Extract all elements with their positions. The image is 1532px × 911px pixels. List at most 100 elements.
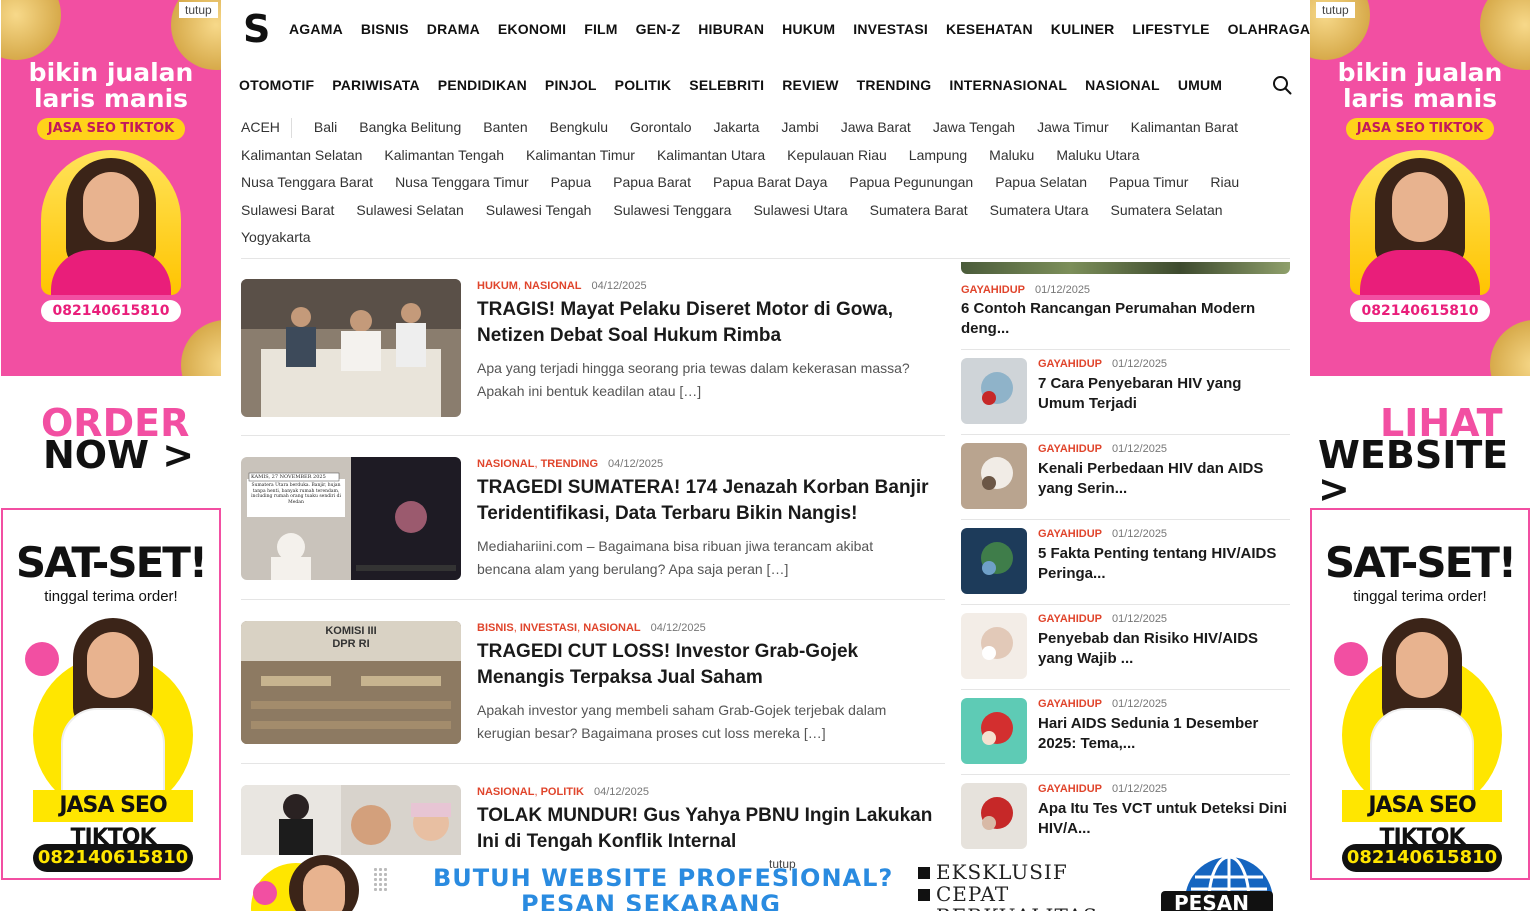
region-link[interactable]: Banten	[483, 118, 527, 138]
article-category[interactable]: BISNIS	[477, 622, 514, 634]
region-link[interactable]: Kalimantan Selatan	[241, 146, 362, 166]
article-card[interactable]: HUKUM, NASIONAL 04/12/2025 TRAGIS! Mayat …	[241, 279, 945, 436]
nav-item-nasional[interactable]: NASIONAL	[1085, 77, 1160, 93]
nav-item-film[interactable]: FILM	[584, 21, 617, 37]
region-link[interactable]: Bengkulu	[550, 118, 608, 138]
ad-close-button[interactable]: tutup	[1316, 2, 1355, 18]
region-link[interactable]: Jambi	[781, 118, 818, 138]
sidebar-post-thumbnail[interactable]	[961, 358, 1027, 424]
article-category[interactable]: POLITIK	[541, 786, 584, 798]
region-link[interactable]: Sulawesi Tengah	[486, 201, 592, 221]
sidebar-post-title[interactable]: Penyebab dan Risiko HIV/AIDS yang Wajib …	[1038, 629, 1288, 669]
nav-item-investasi[interactable]: INVESTASI	[853, 21, 928, 37]
bottom-ad-close-button[interactable]: tutup	[769, 857, 796, 871]
region-link[interactable]: Nusa Tenggara Timur	[395, 173, 529, 193]
sidebar-post-thumbnail[interactable]	[961, 443, 1027, 509]
region-link[interactable]: Riau	[1210, 173, 1239, 193]
bottom-ad-banner[interactable]: BUTUH WEBSITE PROFESIONAL? PESAN SEKARANG…	[241, 855, 1290, 911]
sidebar-post[interactable]: GAYAHIDUP 01/12/2025 Hari AIDS Sedunia 1 D…	[961, 690, 1290, 775]
nav-item-hukum[interactable]: HUKUM	[782, 21, 835, 37]
sidebar-top-image[interactable]	[961, 262, 1290, 274]
nav-item-kesehatan[interactable]: KESEHATAN	[946, 21, 1033, 37]
region-link[interactable]: Jawa Timur	[1037, 118, 1109, 138]
nav-item-olahraga[interactable]: OLAHRAGA	[1228, 21, 1310, 37]
article-category[interactable]: NASIONAL	[477, 786, 534, 798]
region-link[interactable]: Jawa Tengah	[933, 118, 1015, 138]
article-category[interactable]: NASIONAL	[583, 622, 640, 634]
nav-item-pariwisata[interactable]: PARIWISATA	[332, 77, 420, 93]
sidebar-post-category[interactable]: GAYAHIDUP	[1038, 528, 1102, 540]
region-link[interactable]: Papua Timur	[1109, 173, 1188, 193]
nav-item-agama[interactable]: AGAMA	[289, 21, 343, 37]
sidebar-post-category[interactable]: GAYAHIDUP	[1038, 613, 1102, 625]
search-icon[interactable]	[1272, 75, 1292, 95]
sidebar-post-thumbnail[interactable]	[961, 698, 1027, 764]
article-title[interactable]: TRAGEDI CUT LOSS! Investor Grab-Gojek Me…	[477, 639, 947, 691]
article-thumbnail[interactable]: KOMISI III DPR RI	[241, 621, 461, 744]
nav-item-pinjol[interactable]: PINJOL	[545, 77, 597, 93]
ad-close-button[interactable]: tutup	[179, 2, 218, 18]
article-category[interactable]: NASIONAL	[477, 458, 534, 470]
article-category[interactable]: NASIONAL	[524, 280, 581, 292]
ad-banner-bottom[interactable]: SAT-SET! tinggal terima order! JASA SEO …	[1310, 508, 1530, 880]
region-link[interactable]: Yogyakarta	[241, 228, 311, 248]
region-link[interactable]: Gorontalo	[630, 118, 691, 138]
sidebar-post-title[interactable]: 7 Cara Penyebaran HIV yang Umum Terjadi	[1038, 374, 1288, 414]
region-link[interactable]: Kepulauan Riau	[787, 146, 887, 166]
region-link[interactable]: Papua	[551, 173, 591, 193]
ad-lihat-website[interactable]: LIHAT WEBSITE >	[1310, 376, 1530, 508]
region-link[interactable]: Maluku	[989, 146, 1034, 166]
article-title[interactable]: TRAGIS! Mayat Pelaku Diseret Motor di Go…	[477, 297, 947, 349]
region-link[interactable]: Bali	[314, 118, 337, 138]
nav-item-otomotif[interactable]: OTOMOTIF	[239, 77, 314, 93]
region-link[interactable]: Sumatera Selatan	[1111, 201, 1223, 221]
region-link[interactable]: Sulawesi Tenggara	[613, 201, 731, 221]
sidebar-post-thumbnail[interactable]	[961, 613, 1027, 679]
sidebar-post-thumbnail[interactable]	[961, 783, 1027, 849]
sidebar-post[interactable]: GAYAHIDUP 01/12/2025 Penyebab dan Risiko H…	[961, 605, 1290, 690]
article-title[interactable]: TRAGEDI SUMATERA! 174 Jenazah Korban Ban…	[477, 475, 947, 527]
nav-item-gen-z[interactable]: GEN-Z	[636, 21, 681, 37]
region-link[interactable]: Kalimantan Barat	[1131, 118, 1238, 138]
region-link[interactable]: Sumatera Utara	[990, 201, 1089, 221]
region-link[interactable]: Lampung	[909, 146, 967, 166]
bottom-ad-button[interactable]: PESAN	[1174, 891, 1249, 911]
region-link[interactable]: Bangka Belitung	[359, 118, 461, 138]
region-link[interactable]: ACEH	[241, 118, 292, 138]
region-link[interactable]: Kalimantan Tengah	[384, 146, 504, 166]
nav-item-internasional[interactable]: INTERNASIONAL	[949, 77, 1067, 93]
article-card[interactable]: KOMISI III DPR RI BISNIS, INVESTASI, NAS…	[241, 621, 945, 764]
region-link[interactable]: Jawa Barat	[841, 118, 911, 138]
sidebar-post-category[interactable]: GAYAHIDUP	[1038, 358, 1102, 370]
region-link[interactable]: Maluku Utara	[1056, 146, 1139, 166]
region-link[interactable]: Papua Selatan	[995, 173, 1087, 193]
sidebar-post-category[interactable]: GAYAHIDUP	[1038, 698, 1102, 710]
sidebar-post[interactable]: GAYAHIDUP 01/12/2025 5 Fakta Penting tenta…	[961, 520, 1290, 605]
article-category[interactable]: TRENDING	[541, 458, 598, 470]
sidebar-post-thumbnail[interactable]	[961, 528, 1027, 594]
sidebar-post-title[interactable]: 5 Fakta Penting tentang HIV/AIDS Peringa…	[1038, 544, 1288, 584]
article-category[interactable]: HUKUM	[477, 280, 518, 292]
nav-item-bisnis[interactable]: BISNIS	[361, 21, 409, 37]
region-link[interactable]: Sumatera Barat	[870, 201, 968, 221]
sidebar-post[interactable]: GAYAHIDUP 01/12/2025 6 Contoh Rancangan P…	[961, 284, 1290, 350]
nav-item-kuliner[interactable]: KULINER	[1051, 21, 1115, 37]
sidebar-post-category[interactable]: GAYAHIDUP	[1038, 443, 1102, 455]
region-link[interactable]: Jakarta	[713, 118, 759, 138]
nav-item-ekonomi[interactable]: EKONOMI	[498, 21, 566, 37]
region-link[interactable]: Sulawesi Barat	[241, 201, 334, 221]
sidebar-post[interactable]: GAYAHIDUP 01/12/2025 Apa Itu Tes VCT untuk…	[961, 775, 1290, 860]
nav-item-lifestyle[interactable]: LIFESTYLE	[1132, 21, 1209, 37]
nav-item-umum[interactable]: UMUM	[1178, 77, 1222, 93]
ad-banner-bottom[interactable]: SAT-SET! tinggal terima order! JASA SEO …	[1, 508, 221, 880]
sidebar-post[interactable]: GAYAHIDUP 01/12/2025 Kenali Perbedaan HIV …	[961, 435, 1290, 520]
nav-item-review[interactable]: REVIEW	[782, 77, 838, 93]
article-title[interactable]: TOLAK MUNDUR! Gus Yahya PBNU Ingin Lakuk…	[477, 803, 947, 855]
nav-item-politik[interactable]: POLITIK	[615, 77, 672, 93]
site-logo[interactable]: S	[243, 10, 270, 48]
sidebar-post-title[interactable]: Apa Itu Tes VCT untuk Deteksi Dini HIV/A…	[1038, 799, 1288, 839]
region-link[interactable]: Kalimantan Timur	[526, 146, 635, 166]
article-thumbnail[interactable]	[241, 785, 461, 865]
region-link[interactable]: Papua Pegunungan	[849, 173, 973, 193]
nav-item-hiburan[interactable]: HIBURAN	[698, 21, 764, 37]
